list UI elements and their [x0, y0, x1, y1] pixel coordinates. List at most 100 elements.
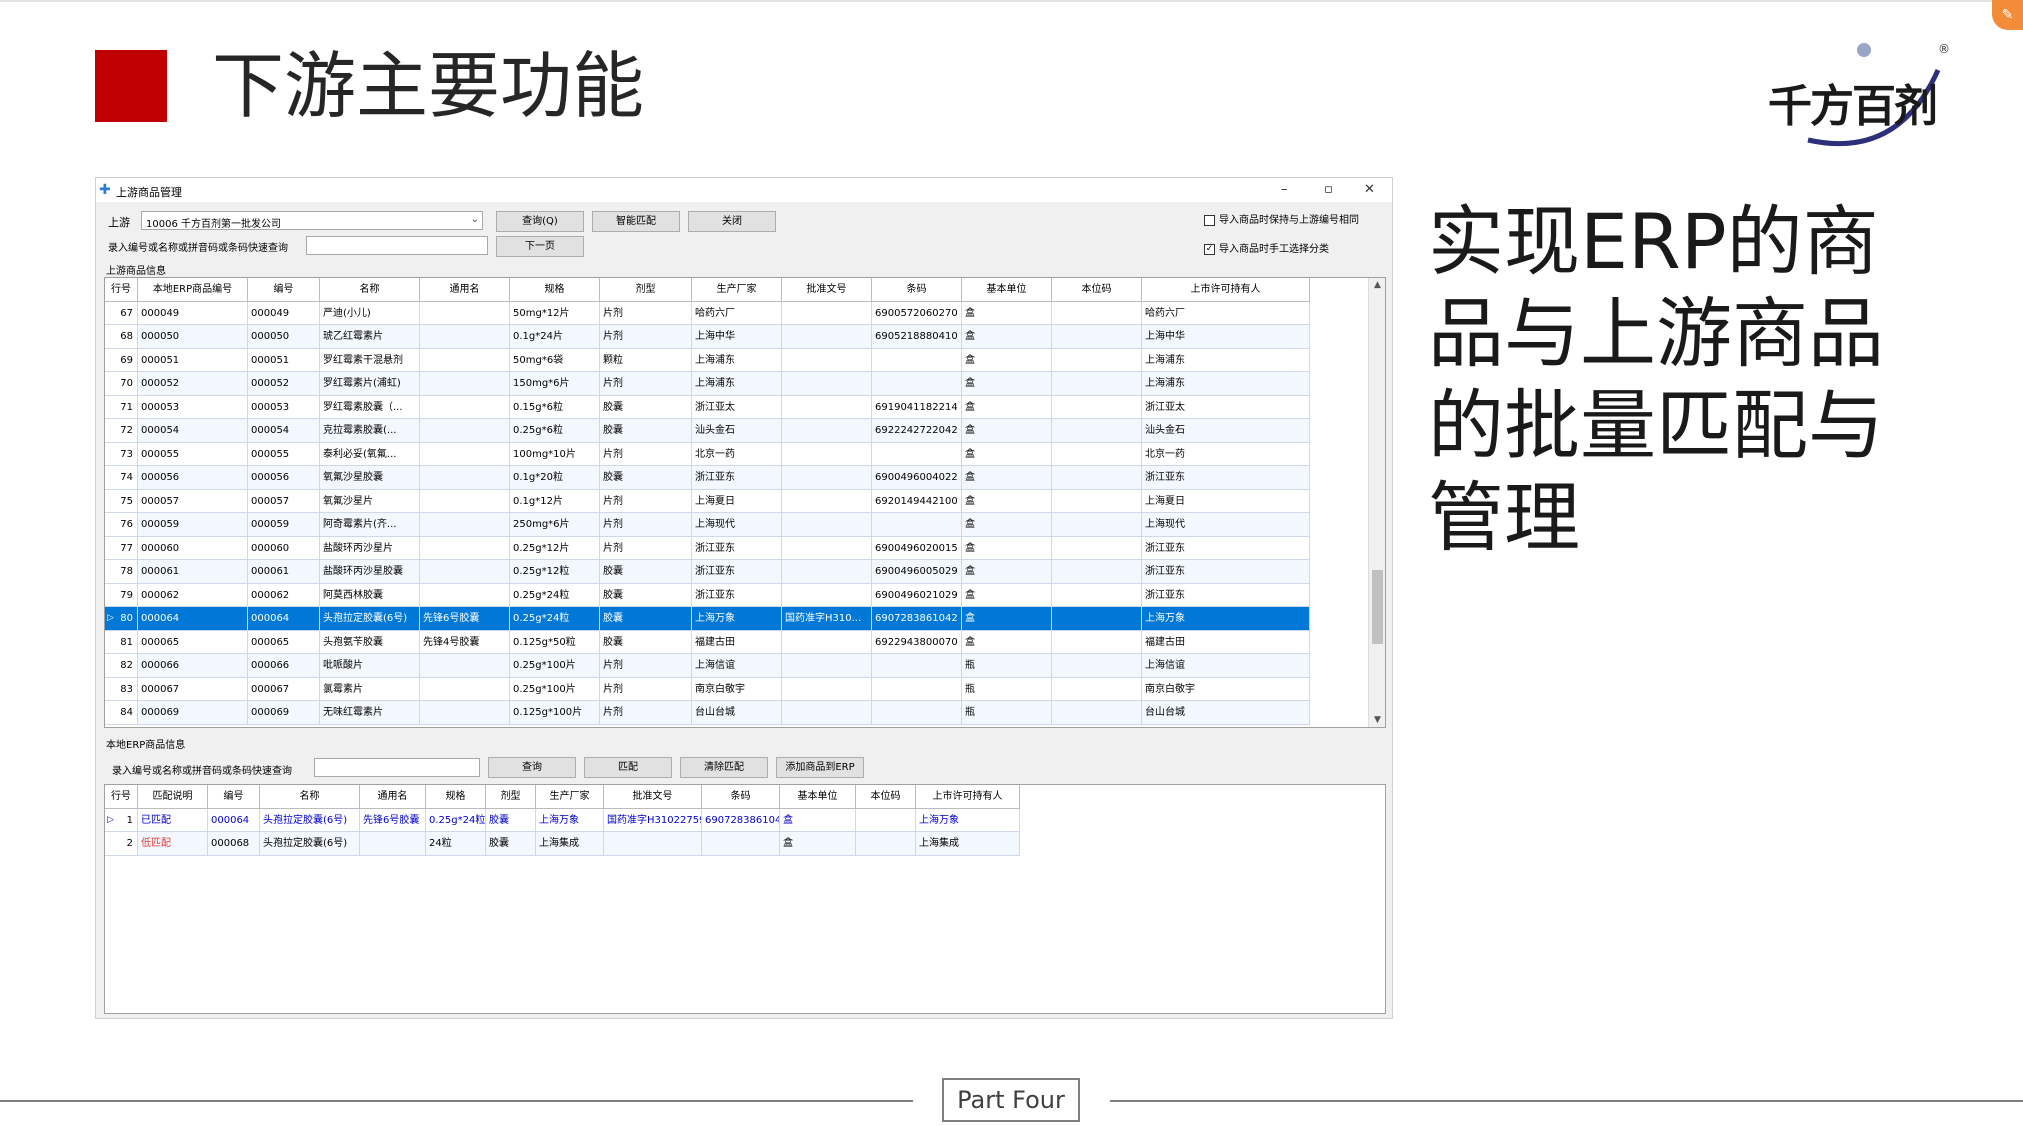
clear-match-button[interactable]: 清除匹配: [680, 757, 768, 778]
table-row[interactable]: 75 000057 000057 氧氟沙星片 0.1g*12片 片剂 上海夏日 6920149…: [105, 489, 1310, 513]
scroll-up-icon[interactable]: ▲: [1369, 280, 1385, 290]
checkbox-label: 导入商品时保持与上游编号相同: [1219, 215, 1359, 226]
table-cell: 胶囊: [600, 583, 692, 606]
table-cell: 浙江亚东: [692, 560, 782, 583]
table-cell: [782, 348, 872, 371]
table-cell: [1052, 677, 1142, 700]
scroll-down-icon[interactable]: ▼: [1369, 715, 1385, 725]
table-cell: [782, 489, 872, 512]
table-cell: 6907283861042: [702, 808, 780, 831]
keep-code-checkbox[interactable]: 导入商品时保持与上游编号相同: [1204, 211, 1359, 226]
table-cell: 000049: [248, 301, 320, 324]
table-cell: 000056: [138, 466, 248, 489]
table-cell: 阿奇霉素片(齐...: [320, 513, 420, 536]
close-button[interactable]: 关闭: [688, 211, 776, 232]
table-row[interactable]: 67 000049 000049 严迪(小儿) 50mg*12片 片剂 哈药六厂 690057…: [105, 301, 1310, 325]
table-cell: 000065: [138, 630, 248, 653]
table-cell: 上海中华: [1142, 325, 1310, 348]
table-cell: 76: [105, 513, 138, 536]
window-titlebar: ✚ 上游商品管理 – ▫ ✕: [96, 178, 1392, 202]
table-row[interactable]: 68 000050 000050 琥乙红霉素片 0.1g*24片 片剂 上海中华 690521…: [105, 325, 1310, 349]
table-row[interactable]: 78 000061 000061 盐酸环丙沙星胶囊 0.25g*12粒 胶囊 浙江亚东 690…: [105, 560, 1310, 584]
table-cell: 浙江亚东: [1142, 536, 1310, 559]
table-cell: [420, 419, 510, 442]
table-cell: 000065: [248, 630, 320, 653]
table-cell: 先锋6号胶囊: [420, 607, 510, 630]
table-cell: 福建古田: [692, 630, 782, 653]
table-row[interactable]: 70 000052 000052 罗红霉素片(浦虹) 150mg*6片 片剂 上海浦东盒上海…: [105, 372, 1310, 396]
table-row[interactable]: 73 000055 000055 泰利必妥(氧氟... 100mg*10片 片剂 北京一药盒…: [105, 442, 1310, 466]
query-button[interactable]: 查询(Q): [496, 211, 584, 232]
table-cell: 北京一药: [1142, 442, 1310, 465]
smart-match-button[interactable]: 智能匹配: [592, 211, 680, 232]
table-cell: 罗红霉素片(浦虹): [320, 372, 420, 395]
table-cell: 000060: [138, 536, 248, 559]
local-erp-table[interactable]: 行号 匹配说明 编号 名称 通用名 规格 剂型 生产厂家 批准文号 条码 基本单位 本位码 上市许可持有…: [104, 784, 1386, 1014]
table-row[interactable]: 83 000067 000067 氯霉素片 0.25g*100片 片剂 南京白敬宇瓶南京白敬…: [105, 677, 1310, 701]
table-cell: [1052, 513, 1142, 536]
table-cell: 哈药六厂: [1142, 301, 1310, 324]
local-search-input[interactable]: [314, 758, 480, 777]
table-cell: 盒: [962, 301, 1052, 324]
table-cell: 盒: [962, 325, 1052, 348]
table-cell: 上海信谊: [1142, 654, 1310, 677]
upstream-product-table[interactable]: 行号 本地ERP商品编号 编号 名称 通用名 规格 剂型 生产厂家 批准文号 条码 基本单位 本位码上…: [104, 277, 1386, 728]
table-row[interactable]: 76 000059 000059 阿奇霉素片(齐... 250mg*6片 片剂 上海现代盒上…: [105, 513, 1310, 537]
checkbox-box: [1204, 214, 1215, 226]
table-row[interactable]: 69 000051 000051 罗红霉素干混悬剂 50mg*6袋 颗粒 上海浦东盒上海浦东: [105, 348, 1310, 372]
table-cell: [1052, 536, 1142, 559]
table-cell: 000055: [138, 442, 248, 465]
table-cell: 71: [105, 395, 138, 418]
corner-app-icon[interactable]: ✎: [1992, 0, 2023, 30]
table-row[interactable]: 82 000066 000066 吡哌酸片 0.25g*100片 片剂 上海信谊瓶上海信谊: [105, 654, 1310, 678]
table-cell: 片剂: [600, 701, 692, 724]
table-cell: 000066: [248, 654, 320, 677]
table-row[interactable]: 2 低匹配 000068 头孢拉定胶囊(6号) 24粒 胶囊 上海集成盒上海集成: [105, 832, 1020, 856]
table-cell: 片剂: [600, 442, 692, 465]
match-button[interactable]: 匹配: [584, 757, 672, 778]
table-cell: 0.125g*100片: [510, 701, 600, 724]
table-cell: 上海夏日: [1142, 489, 1310, 512]
local-query-button[interactable]: 查询: [488, 757, 576, 778]
table-header-row: 行号 本地ERP商品编号 编号 名称 通用名 规格 剂型 生产厂家 批准文号 条码 基本单位 本位码上…: [105, 278, 1310, 302]
column-header: 剂型: [600, 278, 692, 301]
scroll-thumb[interactable]: [1372, 570, 1383, 644]
next-page-button[interactable]: 下一页: [496, 236, 584, 257]
table-row[interactable]: 1 已匹配 000064 头孢拉定胶囊(6号) 先锋6号胶囊 0.25g*24粒 胶囊 上海万…: [105, 808, 1020, 832]
close-window-button[interactable]: ✕: [1364, 182, 1375, 197]
table-cell: 000054: [138, 419, 248, 442]
table-cell: 000067: [248, 677, 320, 700]
chevron-down-icon: ⌄: [470, 214, 479, 225]
table-cell: [1052, 654, 1142, 677]
upstream-table-scrollbar[interactable]: ▲ ▼: [1368, 278, 1385, 727]
table-row[interactable]: 77 000060 000060 盐酸环丙沙星片 0.25g*12片 片剂 浙江亚东 6900…: [105, 536, 1310, 560]
manual-category-checkbox[interactable]: ✓ 导入商品时手工选择分类: [1204, 240, 1329, 255]
table-row[interactable]: 71 000053 000053 罗红霉素胶囊（... 0.15g*6粒 胶囊 浙江亚太 69…: [105, 395, 1310, 419]
table-cell: 胶囊: [600, 395, 692, 418]
table-cell: 浙江亚东: [692, 583, 782, 606]
table-cell: 69: [105, 348, 138, 371]
upstream-select[interactable]: 10006 千方百剂第一批发公司 ⌄: [141, 211, 483, 230]
minimize-button[interactable]: –: [1281, 182, 1288, 197]
table-cell: [420, 325, 510, 348]
table-row[interactable]: 84 000069 000069 无味红霉素片 0.125g*100片 片剂 台山台城瓶台山…: [105, 701, 1310, 725]
add-to-erp-button[interactable]: 添加商品到ERP: [776, 757, 864, 778]
table-cell: 150mg*6片: [510, 372, 600, 395]
table-cell: 78: [105, 560, 138, 583]
table-cell: 片剂: [600, 677, 692, 700]
table-row[interactable]: 74 000056 000056 氧氟沙星胶囊 0.1g*20粒 胶囊 浙江亚东 690049…: [105, 466, 1310, 490]
table-cell: 盒: [962, 513, 1052, 536]
table-cell: [856, 808, 916, 831]
table-row[interactable]: 80 000064 000064 头孢拉定胶囊(6号) 先锋6号胶囊 0.25g*24粒胶…: [105, 607, 1310, 631]
column-header: 生产厂家: [536, 785, 604, 808]
table-cell: 6907283861042: [872, 607, 962, 630]
upstream-select-value: 10006 千方百剂第一批发公司: [146, 219, 281, 230]
table-cell: 胶囊: [600, 607, 692, 630]
table-cell: 盒: [962, 560, 1052, 583]
table-cell: 6920149442100: [872, 489, 962, 512]
maximize-button[interactable]: ▫: [1324, 182, 1333, 197]
table-row[interactable]: 79 000062 000062 阿莫西林胶囊 0.25g*24粒 胶囊 浙江亚东 69004…: [105, 583, 1310, 607]
table-row[interactable]: 81 000065 000065 头孢氨苄胶囊 先锋4号胶囊 0.125g*50粒 胶囊 福建…: [105, 630, 1310, 654]
table-row[interactable]: 72 000054 000054 克拉霉素胶囊(... 0.25g*6粒 胶囊 汕头金石 69…: [105, 419, 1310, 443]
upstream-search-input[interactable]: [306, 236, 488, 255]
